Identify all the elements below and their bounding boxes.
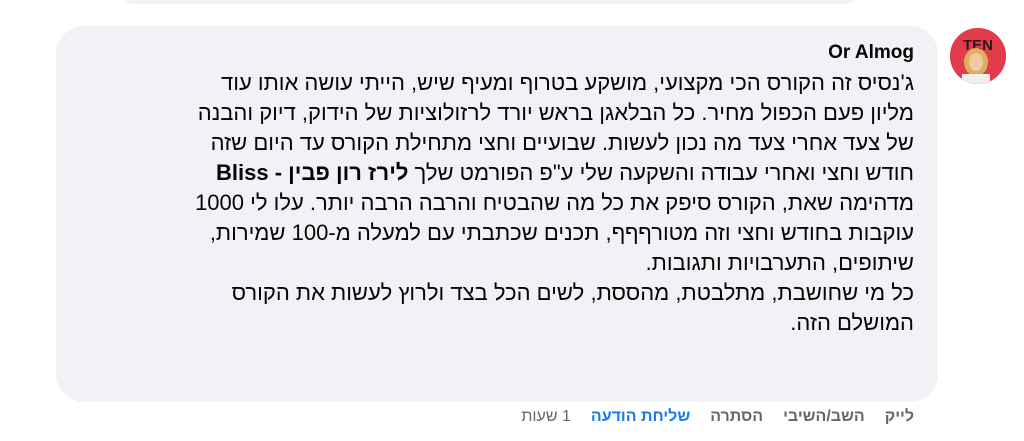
comment-line: מליון פעם הכפול מחיר. כל הבלאגן בראש יור… (197, 100, 914, 125)
comment-line: ג'נסיס זה הקורס הכי מקצועי, מושקע בטרוף … (221, 70, 914, 95)
comment-actions: לייק השב/השיבי הסתרה שליחת הודעה 1 שעות (521, 408, 914, 426)
comment-line: עוקבות בחודש וחצי וזה מטורףףף, תכנים שכת… (209, 220, 914, 245)
comment-line: כל מי שחושבת, מתלבטת, מהססת, לשים הכל בצ… (231, 280, 914, 305)
avatar[interactable]: TEN (950, 28, 1006, 84)
comment-line-text: חודש וחצי ואחרי עבודה והשקעה שלי ע"פ הפו… (408, 160, 914, 185)
comment-timestamp[interactable]: 1 שעות (521, 408, 571, 426)
comment-line: המושלם הזה. (790, 310, 914, 335)
comment-bubble: Or Almog ג'נסיס זה הקורס הכי מקצועי, מוש… (56, 26, 938, 402)
hide-button[interactable]: הסתרה (710, 408, 763, 426)
comment-line: של צעד אחרי צעד מה נכון לעשות. שבועיים ו… (210, 130, 914, 155)
comment-line: שיתופים, התערבויות ותגובות. (645, 250, 914, 275)
like-button[interactable]: לייק (885, 408, 914, 426)
comment-line: חודש וחצי ואחרי עבודה והשקעה שלי ע"פ הפו… (80, 158, 914, 188)
comment-line: מדהימה שאת, הקורס סיפק את כל מה שהבטיח ו… (195, 190, 914, 215)
avatar-image: TEN (950, 28, 1006, 84)
mentioned-name-link[interactable]: לירז רון פבין - Bliss (216, 160, 408, 185)
comment-body: ג'נסיס זה הקורס הכי מקצועי, מושקע בטרוף … (80, 68, 914, 338)
comment-thread: TEN Or Almog ג'נסיס זה הקורס הכי מקצועי,… (0, 0, 1024, 441)
send-message-button[interactable]: שליחת הודעה (591, 408, 690, 426)
comment-author[interactable]: Or Almog (80, 40, 914, 66)
reply-button[interactable]: השב/השיבי (783, 408, 865, 426)
previous-comment-bubble (120, 0, 860, 4)
